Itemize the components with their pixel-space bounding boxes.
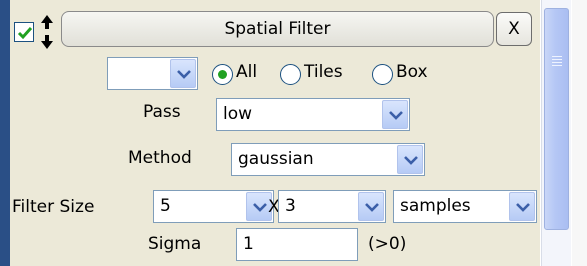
method-select[interactable]: gaussian xyxy=(231,143,425,176)
spatial-filter-window: Spatial Filter X All Tiles Box Pass low … xyxy=(0,0,587,266)
grip-line xyxy=(552,56,562,57)
region-select[interactable] xyxy=(107,57,198,90)
sigma-label: Sigma xyxy=(148,234,202,254)
method-label: Method xyxy=(128,148,192,168)
filter-size-unit-select[interactable]: samples xyxy=(393,190,537,223)
radio-selected-dot xyxy=(218,70,227,79)
radio-tiles[interactable] xyxy=(280,64,301,85)
pass-select-value: low xyxy=(223,104,253,124)
grip-line xyxy=(552,59,562,60)
reorder-handle-icon[interactable] xyxy=(37,14,57,50)
sigma-input-value: 1 xyxy=(243,234,254,254)
filter-size-x-value: 5 xyxy=(160,196,171,216)
enable-checkbox[interactable] xyxy=(14,22,34,42)
pass-select[interactable]: low xyxy=(216,98,410,131)
filter-size-y-value: 3 xyxy=(285,196,296,216)
right-gutter xyxy=(572,0,587,266)
method-select-value: gaussian xyxy=(238,149,314,169)
radio-tiles-label: Tiles xyxy=(304,62,343,82)
grip-line xyxy=(552,65,562,66)
chevron-down-icon[interactable] xyxy=(358,192,384,221)
checkmark-icon xyxy=(17,27,33,40)
vertical-scrollbar[interactable] xyxy=(541,0,571,266)
radio-box-label: Box xyxy=(396,62,428,82)
close-button[interactable]: X xyxy=(496,12,532,46)
chevron-down-icon[interactable] xyxy=(397,145,423,174)
filter-size-x-select[interactable]: 5 xyxy=(153,190,274,223)
filter-size-unit-value: samples xyxy=(400,196,471,216)
grip-line xyxy=(552,62,562,63)
filter-size-label: Filter Size xyxy=(12,197,95,217)
radio-box[interactable] xyxy=(372,64,393,85)
chevron-down-icon[interactable] xyxy=(509,192,535,221)
pass-label: Pass xyxy=(143,102,181,122)
chevron-down-icon[interactable] xyxy=(170,59,196,88)
left-accent-bar xyxy=(0,0,10,266)
scrollbar-thumb[interactable] xyxy=(544,8,569,230)
sigma-input[interactable]: 1 xyxy=(236,228,358,261)
panel-title-button[interactable]: Spatial Filter xyxy=(61,11,494,47)
sigma-hint: (>0) xyxy=(368,234,407,254)
spatial-filter-panel: Spatial Filter X All Tiles Box Pass low … xyxy=(10,0,540,266)
chevron-down-icon[interactable] xyxy=(382,100,408,129)
radio-all[interactable] xyxy=(212,64,233,85)
radio-all-label: All xyxy=(236,62,258,82)
filter-size-y-select[interactable]: 3 xyxy=(278,190,386,223)
